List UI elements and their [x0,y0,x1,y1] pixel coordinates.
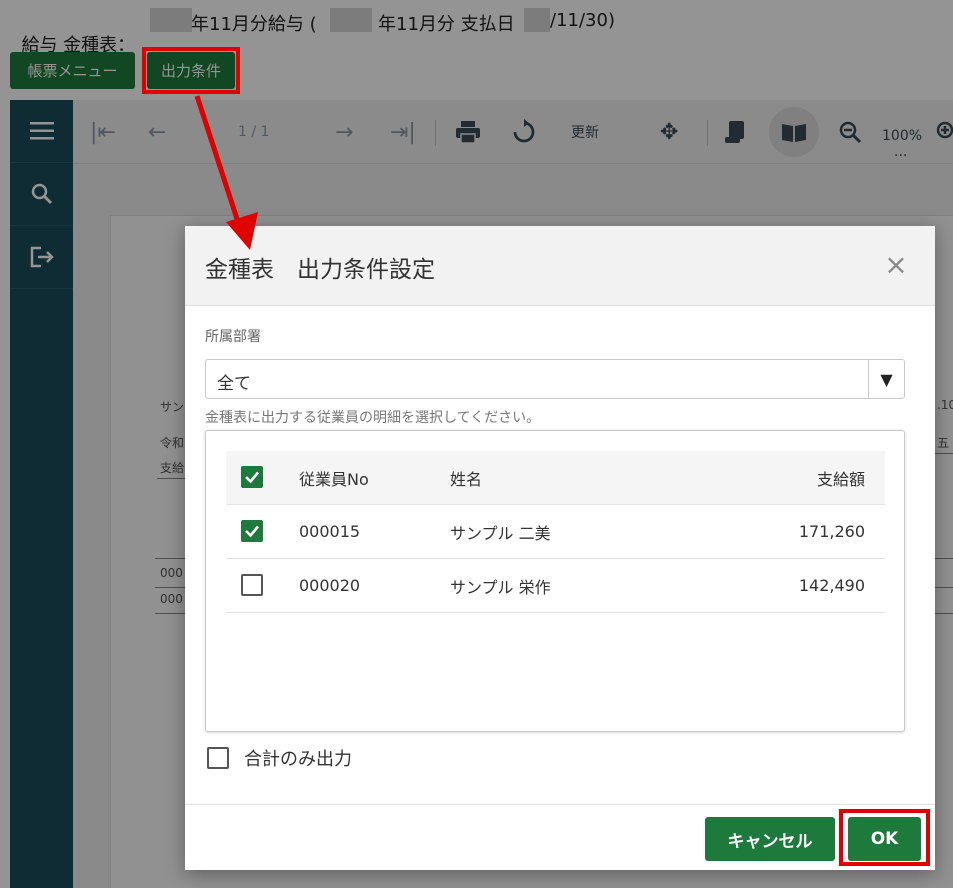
total-only-checkbox[interactable] [207,747,229,769]
cancel-button[interactable]: キャンセル [705,817,835,861]
employee-amount: 142,490 [798,576,865,595]
column-header-employee-no: 従業員No [299,469,369,489]
selection-hint: 金種表に出力する従業員の明細を選択してください。 [205,410,541,426]
employee-name: サンプル 二美 [450,523,551,543]
employee-table-header: 従業員No 姓名 支給額 [226,451,885,505]
column-header-name: 姓名 [450,469,483,489]
employee-list: 従業員No 姓名 支給額 000015 サンプル 二美 171,260 0000… [205,430,905,732]
department-selected-value: 全て [217,374,251,394]
close-icon[interactable]: × [881,250,911,280]
row-checkbox[interactable] [241,574,263,596]
row-checkbox[interactable] [241,520,263,542]
ok-button-highlight [839,809,930,866]
table-row[interactable]: 000015 サンプル 二美 171,260 [226,505,885,559]
employee-no: 000020 [299,576,361,595]
column-header-amount: 支給額 [816,469,865,489]
select-all-checkbox[interactable] [241,466,263,488]
employee-amount: 171,260 [798,522,865,541]
output-conditions-highlight [142,47,240,94]
total-only-label[interactable]: 合計のみ出力 [244,745,352,771]
dropdown-arrow-icon[interactable]: ▼ [868,360,904,398]
table-row[interactable]: 000020 サンプル 栄作 142,490 [226,559,885,613]
dialog-title: 金種表 出力条件設定 [205,257,435,283]
output-conditions-dialog: 金種表 出力条件設定 × 所属部署 全て ▼ 金種表に出力する従業員の明細を選択… [185,226,935,870]
employee-no: 000015 [299,522,361,541]
employee-name: サンプル 栄作 [450,577,551,597]
department-select[interactable]: 全て ▼ [205,359,905,399]
dialog-footer: キャンセル OK [185,804,935,870]
dialog-header: 金種表 出力条件設定 × [185,226,935,306]
department-label: 所属部署 [205,329,261,345]
